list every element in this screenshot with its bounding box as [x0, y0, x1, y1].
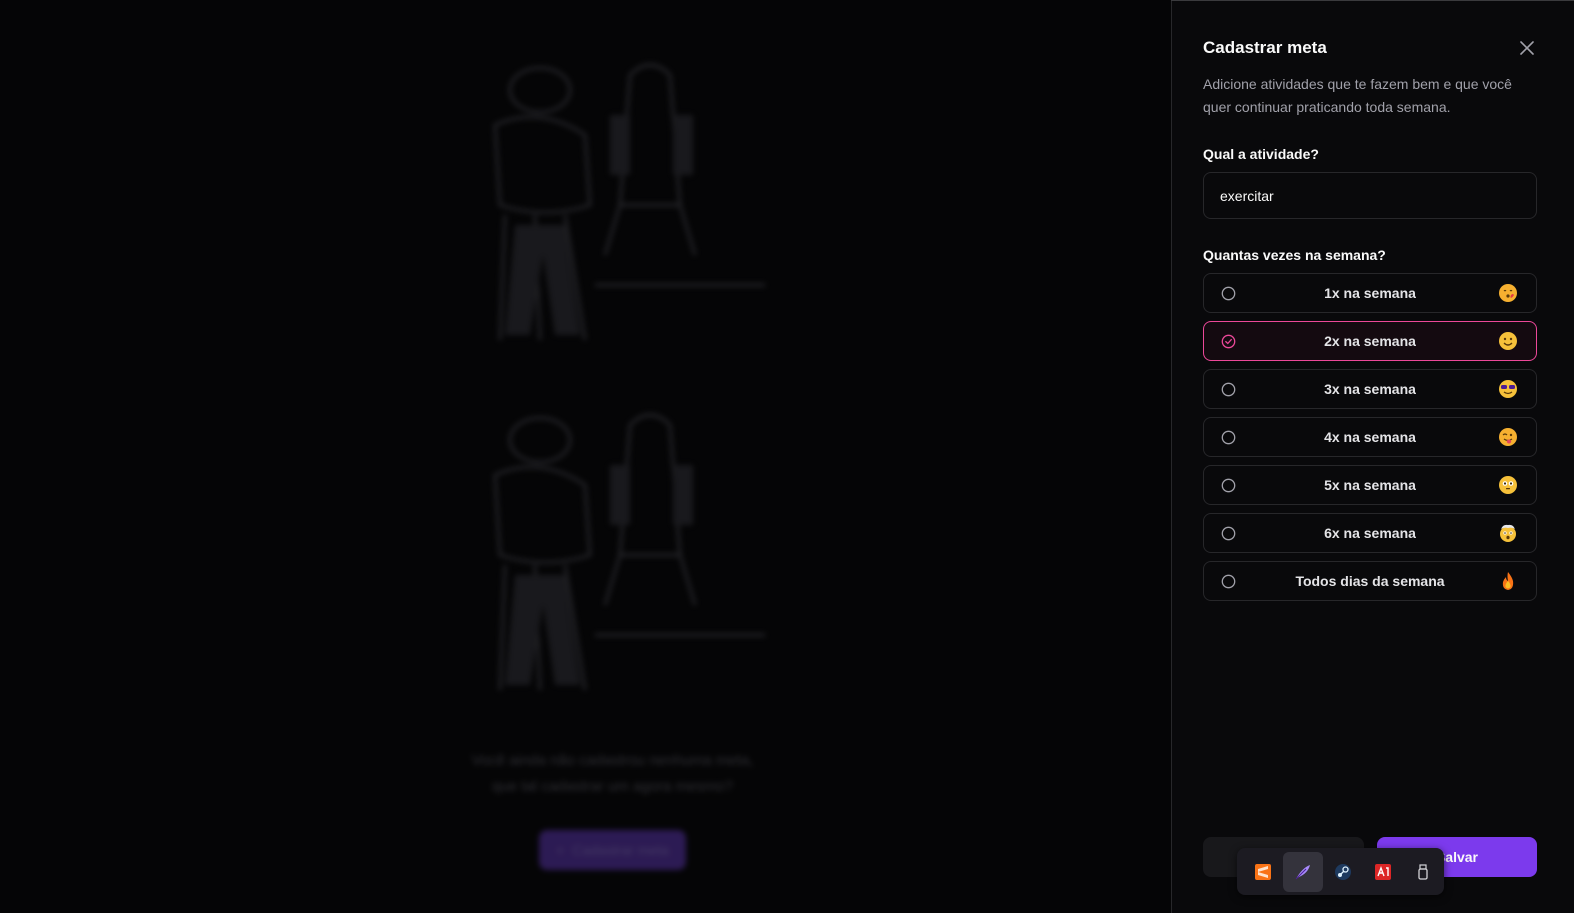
frequency-option-1x[interactable]: 1x na semana	[1203, 273, 1537, 313]
activity-label: Qual a atividade?	[1203, 146, 1319, 162]
taskbar-item-steam[interactable]	[1323, 852, 1363, 892]
radio-unchecked-icon	[1221, 430, 1236, 445]
create-goal-button[interactable]: + Cadastrar meta	[539, 830, 686, 870]
exploding-head-emoji	[1500, 524, 1516, 542]
empty-state-message: Você ainda não cadastrou nenhuma meta, q…	[440, 748, 785, 800]
option-label: 2x na semana	[1324, 333, 1416, 349]
person-rocket-illustration	[493, 413, 765, 691]
tongue-face-emoji	[1499, 428, 1517, 446]
close-icon	[1520, 41, 1534, 55]
option-label: 1x na semana	[1324, 285, 1416, 301]
illustration-bottom	[455, 405, 775, 705]
usb-drive-icon	[1418, 863, 1428, 880]
radio-unchecked-icon	[1221, 382, 1236, 397]
frequency-option-everyday[interactable]: Todos dias da semana	[1203, 561, 1537, 601]
radio-checked-icon	[1221, 334, 1236, 349]
illustration-top	[455, 55, 775, 355]
taskbar-item-sublime[interactable]	[1243, 852, 1283, 892]
background-empty-state: Você ainda não cadastrou nenhuma meta, q…	[0, 0, 1171, 913]
frequency-option-2x[interactable]: 2x na semana	[1203, 321, 1537, 361]
adobe-acrobat-icon	[1375, 863, 1391, 880]
smiling-face-emoji	[1499, 332, 1517, 350]
option-label: Todos dias da semana	[1295, 573, 1445, 589]
taskbar-item-feather[interactable]	[1283, 851, 1323, 892]
frequency-radio-group: 1x na semana 2x na semana 3x na semana 4…	[1203, 273, 1537, 609]
radio-unchecked-icon	[1221, 526, 1236, 541]
steam-icon	[1335, 863, 1351, 880]
dialog-title: Cadastrar meta	[1203, 38, 1327, 57]
option-label: 5x na semana	[1324, 477, 1416, 493]
feather-icon	[1295, 864, 1310, 879]
person-rocket-illustration	[493, 63, 765, 341]
frequency-option-5x[interactable]: 5x na semana	[1203, 465, 1537, 505]
empty-message-line1: Você ainda não cadastrou nenhuma meta,	[471, 752, 754, 769]
frequency-option-3x[interactable]: 3x na semana	[1203, 369, 1537, 409]
taskbar-item-acrobat[interactable]	[1363, 852, 1403, 892]
taskbar-item-usb[interactable]	[1403, 852, 1443, 892]
radio-unchecked-icon	[1221, 478, 1236, 493]
frequency-label: Quantas vezes na semana?	[1203, 247, 1386, 263]
option-label: 6x na semana	[1324, 525, 1416, 541]
frequency-option-6x[interactable]: 6x na semana	[1203, 513, 1537, 553]
activity-input[interactable]	[1203, 172, 1537, 219]
dialog-description: Adicione atividades que te fazem bem e q…	[1203, 76, 1512, 115]
radio-unchecked-icon	[1221, 574, 1236, 589]
close-dialog-button[interactable]	[1516, 37, 1538, 59]
create-goal-dialog: Cadastrar meta Adicione atividades que t…	[1171, 1, 1574, 913]
option-label: 3x na semana	[1324, 381, 1416, 397]
flushed-face-emoji	[1499, 476, 1517, 494]
sunglasses-face-emoji	[1499, 380, 1517, 398]
fire-emoji	[1502, 572, 1514, 590]
frequency-option-4x[interactable]: 4x na semana	[1203, 417, 1537, 457]
taskbar-overlay	[1237, 848, 1444, 895]
radio-unchecked-icon	[1221, 286, 1236, 301]
create-goal-label: Cadastrar meta	[572, 842, 669, 858]
plus-icon: +	[556, 842, 565, 858]
sublime-icon	[1255, 863, 1271, 880]
empty-message-line2: que tal cadastrar um agora mesmo?	[492, 778, 733, 795]
kissing-face-emoji	[1499, 284, 1517, 302]
option-label: 4x na semana	[1324, 429, 1416, 445]
